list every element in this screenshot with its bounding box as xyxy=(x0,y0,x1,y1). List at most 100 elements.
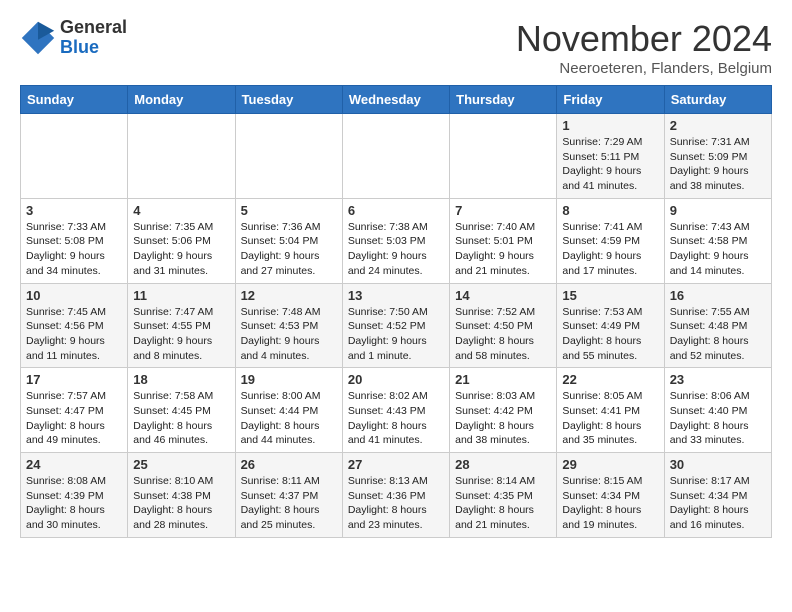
day-number: 26 xyxy=(241,457,337,472)
logo-blue-text: Blue xyxy=(60,38,127,58)
day-info: Sunrise: 8:17 AM Sunset: 4:34 PM Dayligh… xyxy=(670,474,766,533)
day-number: 15 xyxy=(562,288,658,303)
calendar-week-1: 1 Sunrise: 7:29 AM Sunset: 5:11 PM Daylig… xyxy=(21,114,772,199)
day-number: 21 xyxy=(455,372,551,387)
calendar-cell: 19 Sunrise: 8:00 AM Sunset: 4:44 PM Dayli… xyxy=(235,368,342,453)
day-number: 6 xyxy=(348,203,444,218)
day-info: Sunrise: 7:45 AM Sunset: 4:56 PM Dayligh… xyxy=(26,305,122,364)
day-info: Sunrise: 8:14 AM Sunset: 4:35 PM Dayligh… xyxy=(455,474,551,533)
calendar-container: Sunday Monday Tuesday Wednesday Thursday… xyxy=(0,85,792,548)
calendar-cell: 23 Sunrise: 8:06 AM Sunset: 4:40 PM Dayli… xyxy=(664,368,771,453)
day-number: 20 xyxy=(348,372,444,387)
day-number: 10 xyxy=(26,288,122,303)
logo-general-text: General xyxy=(60,18,127,38)
day-number: 24 xyxy=(26,457,122,472)
calendar-cell xyxy=(342,114,449,199)
day-number: 9 xyxy=(670,203,766,218)
calendar-cell: 1 Sunrise: 7:29 AM Sunset: 5:11 PM Daylig… xyxy=(557,114,664,199)
calendar-week-4: 17 Sunrise: 7:57 AM Sunset: 4:47 PM Dayli… xyxy=(21,368,772,453)
day-number: 7 xyxy=(455,203,551,218)
day-info: Sunrise: 8:02 AM Sunset: 4:43 PM Dayligh… xyxy=(348,389,444,448)
day-info: Sunrise: 7:40 AM Sunset: 5:01 PM Dayligh… xyxy=(455,220,551,279)
day-number: 19 xyxy=(241,372,337,387)
calendar-cell xyxy=(21,114,128,199)
day-info: Sunrise: 8:13 AM Sunset: 4:36 PM Dayligh… xyxy=(348,474,444,533)
day-number: 14 xyxy=(455,288,551,303)
day-number: 1 xyxy=(562,118,658,133)
calendar-week-3: 10 Sunrise: 7:45 AM Sunset: 4:56 PM Dayli… xyxy=(21,283,772,368)
day-info: Sunrise: 8:11 AM Sunset: 4:37 PM Dayligh… xyxy=(241,474,337,533)
day-info: Sunrise: 8:00 AM Sunset: 4:44 PM Dayligh… xyxy=(241,389,337,448)
day-number: 11 xyxy=(133,288,229,303)
calendar-header: Sunday Monday Tuesday Wednesday Thursday… xyxy=(21,86,772,114)
day-info: Sunrise: 7:43 AM Sunset: 4:58 PM Dayligh… xyxy=(670,220,766,279)
day-info: Sunrise: 7:58 AM Sunset: 4:45 PM Dayligh… xyxy=(133,389,229,448)
calendar-cell: 30Sunrise: 8:17 AM Sunset: 4:34 PM Dayli… xyxy=(664,453,771,538)
col-tuesday: Tuesday xyxy=(235,86,342,114)
day-number: 22 xyxy=(562,372,658,387)
day-info: Sunrise: 7:38 AM Sunset: 5:03 PM Dayligh… xyxy=(348,220,444,279)
day-info: Sunrise: 8:15 AM Sunset: 4:34 PM Dayligh… xyxy=(562,474,658,533)
calendar-week-5: 24 Sunrise: 8:08 AM Sunset: 4:39 PM Dayli… xyxy=(21,453,772,538)
calendar-cell: 5 Sunrise: 7:36 AM Sunset: 5:04 PM Daylig… xyxy=(235,198,342,283)
day-number: 17 xyxy=(26,372,122,387)
calendar-cell: 13Sunrise: 7:50 AM Sunset: 4:52 PM Dayli… xyxy=(342,283,449,368)
day-info: Sunrise: 8:08 AM Sunset: 4:39 PM Dayligh… xyxy=(26,474,122,533)
col-thursday: Thursday xyxy=(450,86,557,114)
day-number: 23 xyxy=(670,372,766,387)
calendar-cell xyxy=(235,114,342,199)
calendar-cell: 18 Sunrise: 7:58 AM Sunset: 4:45 PM Dayli… xyxy=(128,368,235,453)
col-sunday: Sunday xyxy=(21,86,128,114)
title-section: November 2024 Neeroeteren, Flanders, Bel… xyxy=(516,18,772,77)
day-info: Sunrise: 7:35 AM Sunset: 5:06 PM Dayligh… xyxy=(133,220,229,279)
calendar-cell: 12 Sunrise: 7:48 AM Sunset: 4:53 PM Dayli… xyxy=(235,283,342,368)
calendar-cell: 7 Sunrise: 7:40 AM Sunset: 5:01 PM Daylig… xyxy=(450,198,557,283)
day-number: 3 xyxy=(26,203,122,218)
calendar-cell xyxy=(128,114,235,199)
day-info: Sunrise: 7:33 AM Sunset: 5:08 PM Dayligh… xyxy=(26,220,122,279)
calendar-cell: 9 Sunrise: 7:43 AM Sunset: 4:58 PM Daylig… xyxy=(664,198,771,283)
calendar-cell: 17 Sunrise: 7:57 AM Sunset: 4:47 PM Dayli… xyxy=(21,368,128,453)
calendar-cell: 20 Sunrise: 8:02 AM Sunset: 4:43 PM Dayli… xyxy=(342,368,449,453)
day-number: 27 xyxy=(348,457,444,472)
header-row: Sunday Monday Tuesday Wednesday Thursday… xyxy=(21,86,772,114)
col-friday: Friday xyxy=(557,86,664,114)
calendar-cell: 8Sunrise: 7:41 AM Sunset: 4:59 PM Daylig… xyxy=(557,198,664,283)
calendar-cell: 21 Sunrise: 8:03 AM Sunset: 4:42 PM Dayli… xyxy=(450,368,557,453)
day-info: Sunrise: 7:36 AM Sunset: 5:04 PM Dayligh… xyxy=(241,220,337,279)
day-info: Sunrise: 7:50 AM Sunset: 4:52 PM Dayligh… xyxy=(348,305,444,364)
calendar-cell: 3 Sunrise: 7:33 AM Sunset: 5:08 PM Daylig… xyxy=(21,198,128,283)
calendar-cell: 14 Sunrise: 7:52 AM Sunset: 4:50 PM Dayli… xyxy=(450,283,557,368)
day-info: Sunrise: 8:03 AM Sunset: 4:42 PM Dayligh… xyxy=(455,389,551,448)
calendar-cell: 11 Sunrise: 7:47 AM Sunset: 4:55 PM Dayli… xyxy=(128,283,235,368)
day-number: 5 xyxy=(241,203,337,218)
day-info: Sunrise: 8:06 AM Sunset: 4:40 PM Dayligh… xyxy=(670,389,766,448)
day-info: Sunrise: 7:57 AM Sunset: 4:47 PM Dayligh… xyxy=(26,389,122,448)
day-number: 12 xyxy=(241,288,337,303)
day-info: Sunrise: 7:55 AM Sunset: 4:48 PM Dayligh… xyxy=(670,305,766,364)
calendar-cell: 4Sunrise: 7:35 AM Sunset: 5:06 PM Daylig… xyxy=(128,198,235,283)
day-info: Sunrise: 8:10 AM Sunset: 4:38 PM Dayligh… xyxy=(133,474,229,533)
calendar-table: Sunday Monday Tuesday Wednesday Thursday… xyxy=(20,85,772,538)
calendar-cell: 27 Sunrise: 8:13 AM Sunset: 4:36 PM Dayli… xyxy=(342,453,449,538)
day-number: 2 xyxy=(670,118,766,133)
calendar-cell: 2Sunrise: 7:31 AM Sunset: 5:09 PM Daylig… xyxy=(664,114,771,199)
day-info: Sunrise: 8:05 AM Sunset: 4:41 PM Dayligh… xyxy=(562,389,658,448)
logo: General Blue xyxy=(20,18,127,58)
day-info: Sunrise: 7:29 AM Sunset: 5:11 PM Dayligh… xyxy=(562,135,658,194)
page-header: General Blue November 2024 Neeroeteren, … xyxy=(0,0,792,85)
day-number: 29 xyxy=(562,457,658,472)
day-number: 8 xyxy=(562,203,658,218)
day-info: Sunrise: 7:52 AM Sunset: 4:50 PM Dayligh… xyxy=(455,305,551,364)
day-info: Sunrise: 7:47 AM Sunset: 4:55 PM Dayligh… xyxy=(133,305,229,364)
calendar-cell: 22 Sunrise: 8:05 AM Sunset: 4:41 PM Dayli… xyxy=(557,368,664,453)
day-info: Sunrise: 7:48 AM Sunset: 4:53 PM Dayligh… xyxy=(241,305,337,364)
col-wednesday: Wednesday xyxy=(342,86,449,114)
calendar-cell: 26 Sunrise: 8:11 AM Sunset: 4:37 PM Dayli… xyxy=(235,453,342,538)
day-number: 16 xyxy=(670,288,766,303)
logo-icon xyxy=(20,20,56,56)
logo-text: General Blue xyxy=(60,18,127,58)
calendar-cell xyxy=(450,114,557,199)
day-number: 18 xyxy=(133,372,229,387)
calendar-body: 1 Sunrise: 7:29 AM Sunset: 5:11 PM Daylig… xyxy=(21,114,772,538)
